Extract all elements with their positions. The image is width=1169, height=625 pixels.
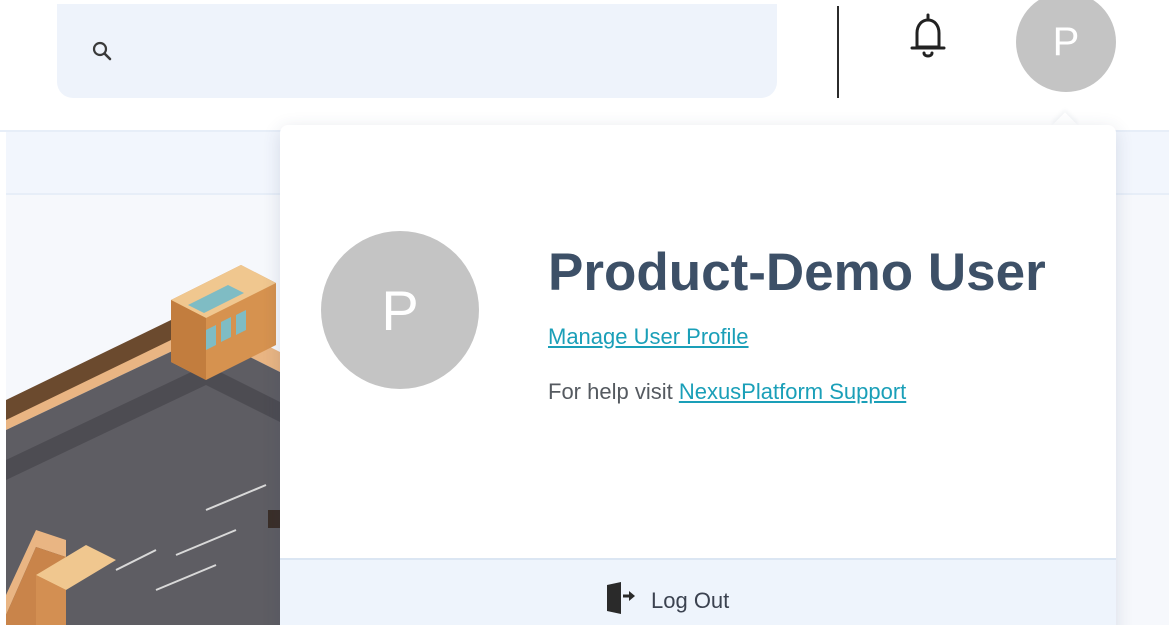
top-header: P [0, 0, 1169, 132]
header-divider [837, 6, 839, 98]
avatar-initial: P [1052, 19, 1080, 64]
search-box[interactable] [57, 4, 777, 98]
help-text: For help visit NexusPlatform Support [548, 369, 948, 415]
page: P P Product-Demo User Manage User Profil… [0, 0, 1169, 625]
logout-bar: Log Out [280, 558, 1116, 625]
search-icon [91, 40, 113, 62]
search-input[interactable] [127, 30, 771, 72]
help-prefix: For help visit [548, 379, 679, 404]
building-illustration [6, 265, 306, 625]
bell-icon [908, 11, 948, 66]
logout-label: Log Out [651, 588, 730, 613]
profile-avatar-initial: P [381, 278, 419, 342]
door-exit-icon [605, 582, 635, 620]
support-link[interactable]: NexusPlatform Support [679, 379, 906, 404]
logout-button[interactable]: Log Out [605, 582, 729, 620]
profile-menu: P Product-Demo User Manage User Profile … [280, 125, 1116, 625]
user-name: Product-Demo User [548, 243, 1046, 302]
manage-profile-link[interactable]: Manage User Profile [548, 324, 749, 350]
notifications-button[interactable] [903, 10, 953, 66]
profile-avatar: P [321, 231, 479, 389]
user-avatar-button[interactable]: P [1016, 0, 1116, 92]
